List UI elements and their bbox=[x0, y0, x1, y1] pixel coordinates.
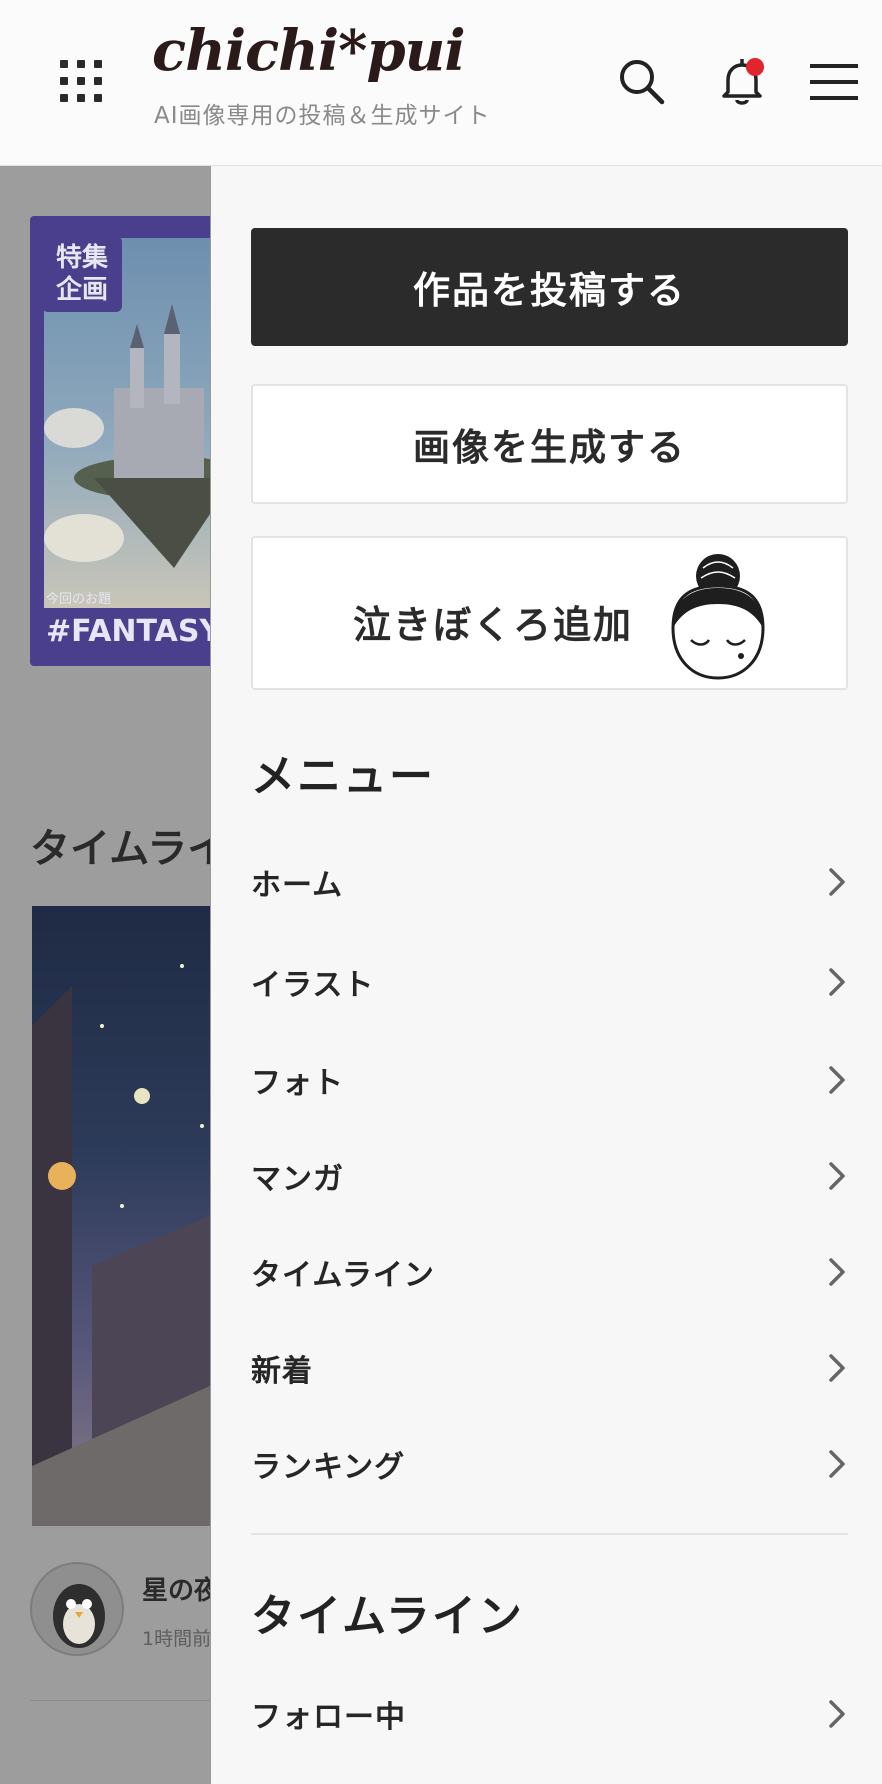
grid-icon[interactable] bbox=[60, 60, 102, 102]
menu-item-timeline[interactable]: タイムライン bbox=[251, 1232, 848, 1312]
feature-banner: 特集 企画 今回のお題 #FANTASY bbox=[30, 216, 210, 666]
divider bbox=[30, 1700, 210, 1701]
chevron-right-icon bbox=[829, 1354, 845, 1382]
menu-item-label: イラスト bbox=[251, 968, 375, 1003]
timeline-heading: タイムライ bbox=[30, 826, 210, 872]
app-header: chichi*pui AI画像専用の投稿＆生成サイト bbox=[0, 0, 882, 166]
menu-item-manga[interactable]: マンガ bbox=[251, 1136, 848, 1216]
page-overlay[interactable]: 特集 企画 今回のお題 #FANTASY タイムライ 星の夜 1時間前 bbox=[0, 166, 210, 1784]
menu-item-ranking[interactable]: ランキング bbox=[251, 1424, 848, 1504]
menu-item-label: フォト bbox=[251, 1066, 344, 1101]
banner-badge: 特集 企画 bbox=[42, 236, 122, 312]
chevron-right-icon bbox=[829, 1066, 845, 1094]
chevron-right-icon bbox=[829, 1700, 845, 1728]
hamburger-menu-icon[interactable] bbox=[806, 54, 862, 110]
post-image bbox=[32, 906, 210, 1526]
menu-item-label: ランキング bbox=[251, 1450, 406, 1485]
menu-item-illust[interactable]: イラスト bbox=[251, 942, 848, 1022]
banner-badge-line1: 特集 bbox=[55, 243, 108, 273]
post-timestamp: 1時間前 bbox=[142, 1628, 210, 1650]
timeline-section-title: タイムライン bbox=[251, 1591, 524, 1642]
chevron-right-icon bbox=[829, 1450, 845, 1478]
menu-item-label: 新着 bbox=[251, 1354, 313, 1389]
avatar[interactable] bbox=[30, 1562, 124, 1656]
menu-item-label: ホーム bbox=[251, 868, 344, 903]
search-icon[interactable] bbox=[614, 54, 670, 110]
menu-item-label: タイムライン bbox=[251, 1258, 435, 1293]
menu-item-label: フォロー中 bbox=[251, 1700, 406, 1735]
add-tear-mole-label: 泣きぼくろ追加 bbox=[353, 603, 634, 647]
menu-item-label: マンガ bbox=[251, 1162, 344, 1197]
notification-badge bbox=[746, 58, 764, 76]
banner-badge-line2: 企画 bbox=[55, 275, 108, 305]
banner-hashtag: #FANTASY bbox=[46, 614, 210, 649]
generate-image-button[interactable]: 画像を生成する bbox=[251, 384, 848, 504]
post-title[interactable]: 星の夜 bbox=[142, 1570, 210, 1607]
site-logo[interactable]: chichi*pui bbox=[152, 18, 466, 84]
menu-item-home[interactable]: ホーム bbox=[251, 842, 848, 922]
menu-divider bbox=[251, 1533, 848, 1535]
menu-item-following[interactable]: フォロー中 bbox=[251, 1674, 848, 1754]
menu-item-new[interactable]: 新着 bbox=[251, 1328, 848, 1408]
add-tear-mole-button[interactable]: 泣きぼくろ追加 bbox=[251, 536, 848, 690]
chevron-right-icon bbox=[829, 868, 845, 896]
post-artwork-button[interactable]: 作品を投稿する bbox=[251, 228, 848, 346]
chevron-right-icon bbox=[829, 1162, 845, 1190]
face-illustration-icon bbox=[671, 554, 765, 680]
chevron-right-icon bbox=[829, 1258, 845, 1286]
site-tagline: AI画像専用の投稿＆生成サイト bbox=[154, 103, 491, 129]
side-drawer: 作品を投稿する 画像を生成する 泣きぼくろ追加 メニュー ホーム イラスト フォ… bbox=[211, 166, 882, 1784]
banner-subtitle: 今回のお題 bbox=[46, 592, 112, 607]
chevron-right-icon bbox=[829, 968, 845, 996]
menu-item-photo[interactable]: フォト bbox=[251, 1040, 848, 1120]
menu-section-title: メニュー bbox=[251, 751, 435, 802]
